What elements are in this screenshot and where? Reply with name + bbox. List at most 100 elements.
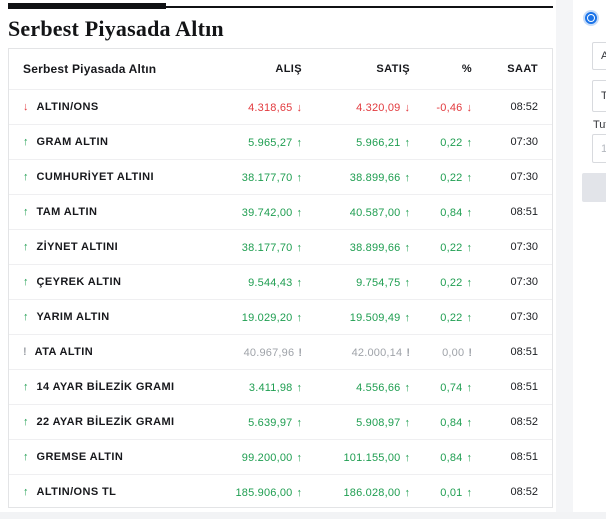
buy-price: 38.177,70 xyxy=(241,242,293,254)
section-divider xyxy=(8,6,553,8)
trend-icon: ↑ xyxy=(23,241,29,253)
percent-change: 0,22 xyxy=(440,312,463,324)
instrument-name: 22 AYAR BİLEZİK GRAMI xyxy=(36,416,175,428)
update-time: 07:30 xyxy=(510,276,538,288)
table-row[interactable]: ↑ ÇEYREK ALTIN 9.544,43 ↑ 9.754,75 ↑ 0,22 ↑… xyxy=(9,264,552,299)
radio-selected-icon[interactable] xyxy=(585,12,597,24)
trend-icon: ↑ xyxy=(23,206,29,218)
amount-input-value: 10 xyxy=(601,142,606,155)
update-time: 08:52 xyxy=(510,416,538,428)
buy-price: 40.967,96 xyxy=(243,347,295,359)
table-row[interactable]: ↑ YARIM ALTIN 19.029,20 ↑ 19.509,49 ↑ 0,22… xyxy=(9,299,552,334)
buy-price: 5.639,97 xyxy=(248,417,293,429)
percent-change: -0,46 xyxy=(436,102,463,114)
trend-icon: ↑ xyxy=(23,486,29,498)
sell-price: 40.587,00 xyxy=(349,207,401,219)
converter-panel: A TI Tut 10 xyxy=(573,0,606,519)
table-row[interactable]: ↑ 14 AYAR BİLEZİK GRAMI 3.411,98 ↑ 4.556,… xyxy=(9,369,552,404)
asset-select[interactable]: A xyxy=(592,42,606,70)
update-time: 08:52 xyxy=(510,486,538,498)
update-time: 07:30 xyxy=(510,311,538,323)
update-time: 08:51 xyxy=(510,451,538,463)
sell-price: 42.000,14 xyxy=(351,347,403,359)
table-row[interactable]: ↑ GRAM ALTIN 5.965,27 ↑ 5.966,21 ↑ 0,22 ↑ 0… xyxy=(9,124,552,159)
convert-button[interactable] xyxy=(582,173,606,202)
buy-price: 185.906,00 xyxy=(235,487,293,499)
buy-price: 99.200,00 xyxy=(241,452,293,464)
table-body: ↓ ALTIN/ONS 4.318,65 ↓ 4.320,09 ↓ -0,46 ↓ 0… xyxy=(9,89,552,509)
instrument-name: ALTIN/ONS TL xyxy=(36,486,117,498)
trend-icon: ↓ xyxy=(23,101,29,113)
buy-price: 5.965,27 xyxy=(248,137,293,149)
sell-price: 5.908,97 xyxy=(356,417,401,429)
trend-icon: ↑ xyxy=(23,171,29,183)
percent-change: 0,01 xyxy=(440,487,463,499)
instrument-name: 14 AYAR BİLEZİK GRAMI xyxy=(36,381,175,393)
currency-select[interactable]: TI xyxy=(592,80,606,112)
update-time: 08:52 xyxy=(510,101,538,113)
trend-icon: ↑ xyxy=(23,311,29,323)
instrument-name: GREMSE ALTIN xyxy=(36,451,124,463)
instrument-name: YARIM ALTIN xyxy=(36,311,110,323)
table-row[interactable]: ↑ TAM ALTIN 39.742,00 ↑ 40.587,00 ↑ 0,84 ↑ … xyxy=(9,194,552,229)
trend-icon: ↑ xyxy=(23,136,29,148)
percent-change: 0,22 xyxy=(440,172,463,184)
instrument-name: ZİYNET ALTINI xyxy=(36,241,119,253)
amount-input[interactable]: 10 xyxy=(592,134,606,163)
table-row[interactable]: ↑ 22 AYAR BİLEZİK GRAMI 5.639,97 ↑ 5.908,… xyxy=(9,404,552,439)
instrument-name: TAM ALTIN xyxy=(36,206,98,218)
buy-price: 3.411,98 xyxy=(248,382,293,394)
sell-price: 38.899,66 xyxy=(349,172,401,184)
table-title-header: Serbest Piyasada Altın xyxy=(23,62,157,76)
table-header-row: Serbest Piyasada Altın ALIŞ SATIŞ % SAAT xyxy=(9,49,552,89)
instrument-name: CUMHURİYET ALTINI xyxy=(36,171,154,183)
percent-change: 0,22 xyxy=(440,137,463,149)
sell-price: 4.320,09 xyxy=(356,102,401,114)
asset-select-value: A xyxy=(601,50,606,62)
table-row[interactable]: ↓ ALTIN/ONS 4.318,65 ↓ 4.320,09 ↓ -0,46 ↓ 0… xyxy=(9,89,552,124)
percent-change: 0,84 xyxy=(440,452,463,464)
update-time: 07:30 xyxy=(510,241,538,253)
gold-prices-table: Serbest Piyasada Altın ALIŞ SATIŞ % SAAT… xyxy=(8,48,553,508)
trend-icon: ↑ xyxy=(23,381,29,393)
update-time: 07:30 xyxy=(510,171,538,183)
column-header-pct: % xyxy=(461,63,472,75)
buy-price: 9.544,43 xyxy=(248,277,293,289)
trend-icon: ! xyxy=(23,346,27,358)
trend-icon: ↑ xyxy=(23,451,29,463)
sell-price: 9.754,75 xyxy=(356,277,401,289)
column-header-satis: SATIŞ xyxy=(376,63,410,75)
instrument-name: ALTIN/ONS xyxy=(36,101,99,113)
instrument-name: GRAM ALTIN xyxy=(36,136,109,148)
percent-change: 0,84 xyxy=(440,207,463,219)
update-time: 08:51 xyxy=(510,346,538,358)
buy-price: 4.318,65 xyxy=(248,102,293,114)
buy-price: 38.177,70 xyxy=(241,172,293,184)
amount-label: Tut xyxy=(593,119,606,131)
trend-icon: ↑ xyxy=(23,416,29,428)
table-row[interactable]: ↑ GREMSE ALTIN 99.200,00 ↑ 101.155,00 ↑ 0,… xyxy=(9,439,552,474)
instrument-name: ATA ALTIN xyxy=(34,346,94,358)
column-gutter xyxy=(556,0,573,519)
percent-change: 0,84 xyxy=(440,417,463,429)
table-row[interactable]: ! ATA ALTIN 40.967,96! 42.000,14! 0,00! … xyxy=(9,334,552,369)
gold-prices-page: Serbest Piyasada Altın Serbest Piyasada … xyxy=(0,0,606,519)
update-time: 07:30 xyxy=(510,136,538,148)
instrument-name: ÇEYREK ALTIN xyxy=(36,276,122,288)
sell-price: 19.509,49 xyxy=(349,312,401,324)
sell-price: 38.899,66 xyxy=(349,242,401,254)
buy-price: 19.029,20 xyxy=(241,312,293,324)
trend-icon: ↑ xyxy=(23,276,29,288)
percent-change: 0,22 xyxy=(440,242,463,254)
percent-change: 0,00 xyxy=(442,347,465,359)
table-row[interactable]: ↑ ZİYNET ALTINI 38.177,70 ↑ 38.899,66 ↑ 0,… xyxy=(9,229,552,264)
column-header-saat: SAAT xyxy=(507,63,538,75)
sell-price: 4.556,66 xyxy=(356,382,401,394)
update-time: 08:51 xyxy=(510,381,538,393)
table-row[interactable]: ↑ ALTIN/ONS TL 185.906,00 ↑ 186.028,00 ↑ 0… xyxy=(9,474,552,509)
column-header-alis: ALIŞ xyxy=(275,63,302,75)
percent-change: 0,74 xyxy=(440,382,463,394)
update-time: 08:51 xyxy=(510,206,538,218)
table-row[interactable]: ↑ CUMHURİYET ALTINI 38.177,70 ↑ 38.899,66… xyxy=(9,159,552,194)
sell-price: 5.966,21 xyxy=(356,137,401,149)
